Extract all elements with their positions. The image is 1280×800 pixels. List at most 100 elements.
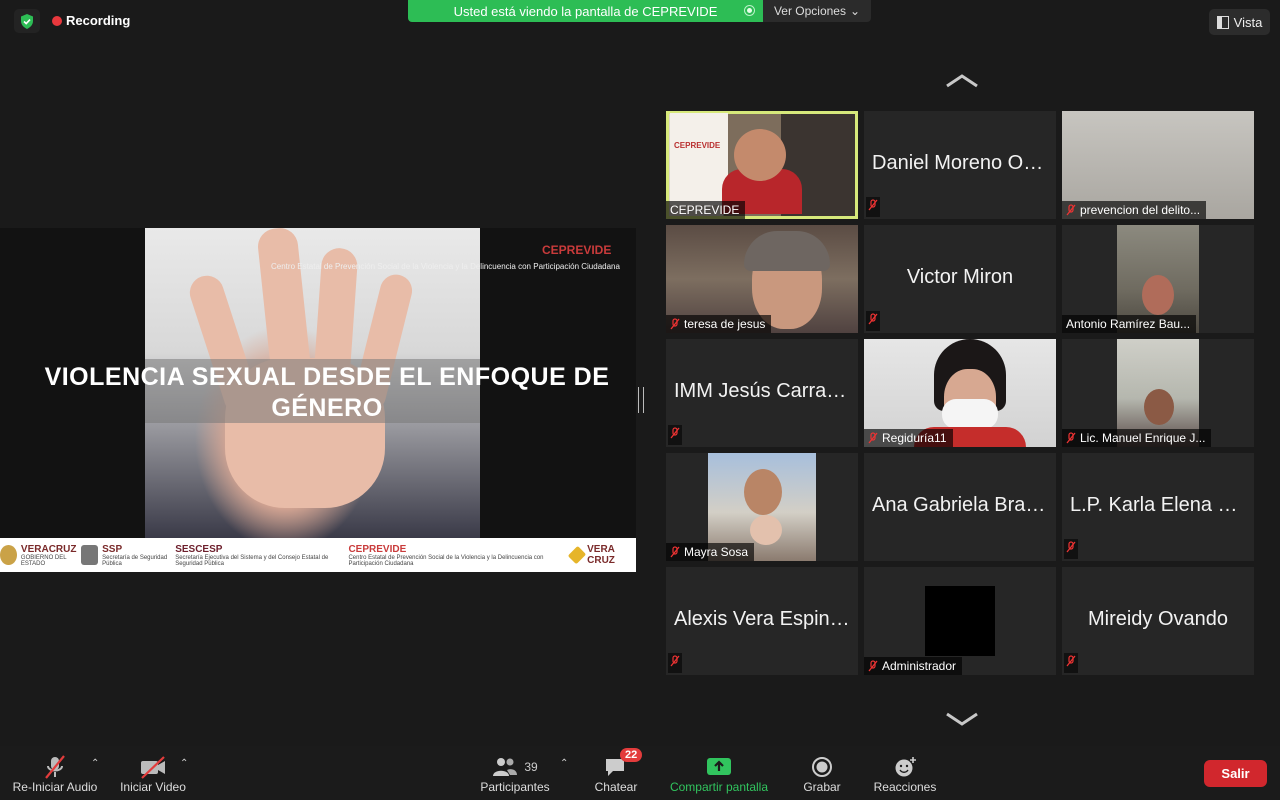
participant-tile[interactable]: IMM Jesús Carran... — [666, 339, 858, 447]
share-screen-label: Compartir pantalla — [669, 780, 769, 794]
participant-tile[interactable]: Victor Miron — [864, 225, 1056, 333]
poster: CEPREVIDE — [670, 113, 728, 205]
muted-mic-icon — [868, 660, 878, 672]
participant-name-label: CEPREVIDE — [666, 201, 746, 219]
slide-brand: CEPREVIDE — [542, 243, 612, 257]
logo-veracruz: VERACRUZ GOBIERNO DEL ESTADO — [0, 544, 81, 567]
layout-icon — [1216, 15, 1229, 29]
muted-mic-icon — [670, 546, 680, 558]
veracruz-seal-icon — [0, 545, 17, 565]
gallery-next-page-button[interactable] — [944, 710, 980, 728]
participant-tile[interactable]: Daniel Moreno Ort... — [864, 111, 1056, 219]
muted-mic-icon — [668, 425, 682, 445]
video-options-caret-icon[interactable]: ⌃ — [180, 758, 188, 769]
participant-tile[interactable]: Mireidy Ovando — [1062, 567, 1254, 675]
video-face — [744, 469, 782, 515]
logo-sescesp: SESCESP Secretaría Ejecutiva del Sistema … — [175, 543, 329, 567]
reactions-label: Reacciones — [873, 780, 937, 794]
ssp-seal-icon — [81, 545, 99, 565]
logo-ssp: SSP Secretaría de Seguridad Pública — [81, 544, 175, 567]
recording-indicator[interactable]: Recording — [52, 13, 130, 28]
muted-mic-icon — [866, 311, 880, 331]
participant-tile[interactable]: Alexis Vera Espino... — [666, 567, 858, 675]
split-view-resize-handle[interactable] — [638, 387, 644, 413]
video-mask — [942, 399, 998, 429]
participants-icon — [493, 758, 518, 776]
participant-tile[interactable]: Administrador — [864, 567, 1056, 675]
view-options-dropdown[interactable]: Ver Opciones ⌄ — [763, 0, 871, 22]
share-status-icon — [744, 5, 755, 16]
chevron-up-icon — [946, 74, 978, 88]
participants-options-caret-icon[interactable]: ⌃ — [560, 758, 568, 769]
recording-dot-icon — [52, 15, 62, 26]
participant-name: Victor Miron — [906, 266, 1014, 288]
video-face — [1142, 275, 1174, 315]
video-button[interactable]: Iniciar Video — [115, 746, 191, 800]
view-layout-button[interactable]: Vista — [1209, 9, 1270, 35]
muted-mic-icon — [668, 653, 682, 673]
participants-count: 39 — [524, 760, 538, 774]
slide-title: VIOLENCIA SEXUAL DESDE EL ENFOQUE DE GÉN… — [44, 363, 610, 422]
participant-name-label: Regiduría11 — [864, 429, 953, 447]
logo-vera-cruz: VERA CRUZ — [568, 544, 636, 566]
participant-tile[interactable]: Regiduría11 — [864, 339, 1056, 447]
muted-mic-icon — [670, 318, 680, 330]
participant-tile[interactable]: Antonio Ramírez Bau... — [1062, 225, 1254, 333]
participant-name-label: Lic. Manuel Enrique J... — [1062, 429, 1212, 447]
video-off-icon — [141, 756, 165, 779]
chat-unread-badge: 22 — [620, 748, 643, 762]
reactions-button[interactable]: Reacciones — [868, 746, 942, 800]
gallery-prev-page-button[interactable] — [944, 72, 980, 90]
security-shield-icon[interactable] — [14, 9, 40, 33]
participant-tile[interactable]: Lic. Manuel Enrique J... — [1062, 339, 1254, 447]
video-label: Iniciar Video — [120, 780, 186, 794]
participant-tile[interactable]: Mayra Sosa — [666, 453, 858, 561]
video-face — [734, 129, 786, 181]
muted-mic-icon — [866, 197, 880, 217]
participant-tile[interactable]: prevencion del delito... — [1062, 111, 1254, 219]
audio-button[interactable]: Re-Iniciar Audio — [10, 746, 100, 800]
record-button[interactable]: Grabar — [795, 746, 849, 800]
chevron-down-icon — [946, 712, 978, 726]
chevron-down-icon: ⌄ — [849, 4, 861, 18]
video-hair — [744, 231, 830, 271]
participant-name-label: prevencion del delito... — [1062, 201, 1207, 219]
participant-name-label: Mayra Sosa — [666, 543, 755, 561]
smile-plus-icon — [895, 757, 916, 777]
participants-label: Participantes — [480, 780, 550, 794]
muted-mic-icon — [868, 432, 878, 444]
participant-name: Daniel Moreno Ort... — [872, 152, 1053, 174]
muted-mic-icon — [1066, 204, 1076, 216]
muted-microphone-icon — [45, 755, 65, 779]
audio-options-caret-icon[interactable]: ⌃ — [91, 758, 99, 769]
video-feed — [925, 586, 995, 656]
record-icon — [812, 757, 832, 777]
participant-name: Alexis Vera Espino... — [674, 608, 858, 630]
participant-tile[interactable]: teresa de jesus — [666, 225, 858, 333]
leave-meeting-button[interactable]: Salir — [1204, 760, 1267, 787]
share-banner-text: Usted está viendo la pantalla de CEPREVI… — [453, 3, 718, 19]
participant-tile[interactable]: L.P. Karla Elena DIF — [1062, 453, 1254, 561]
chat-label: Chatear — [594, 780, 638, 794]
share-screen-icon — [707, 758, 731, 775]
slide-brand-subtitle: Centro Estatal de Prevención Social de l… — [271, 262, 620, 271]
meeting-toolbar: Re-Iniciar Audio ⌃ Iniciar Video ⌃ 39 Pa… — [0, 746, 1280, 800]
participant-name-label: teresa de jesus — [666, 315, 772, 333]
participant-name: IMM Jesús Carran... — [674, 380, 855, 402]
video-baby — [750, 515, 782, 545]
participant-tile[interactable]: Ana Gabriela Brav... — [864, 453, 1056, 561]
view-layout-label: Vista — [1233, 14, 1263, 30]
video-face — [1144, 389, 1174, 425]
participants-button[interactable]: 39 Participantes — [472, 746, 558, 800]
participant-name: L.P. Karla Elena DIF — [1070, 494, 1250, 516]
sponsor-logos: VERACRUZ GOBIERNO DEL ESTADO SSP Secretarí… — [0, 538, 636, 572]
view-options-label: Ver Opciones — [773, 4, 846, 18]
participant-name-label: Antonio Ramírez Bau... — [1062, 315, 1197, 333]
participant-tile[interactable]: CEPREVIDE CEPREVIDE — [666, 111, 858, 219]
share-screen-button[interactable]: Compartir pantalla — [660, 746, 778, 800]
audio-label: Re-Iniciar Audio — [12, 780, 98, 794]
logo-ceprevide: CEPREVIDE Centro Estatal de Prevención So… — [348, 543, 544, 567]
participant-name: Ana Gabriela Brav... — [872, 494, 1051, 516]
recording-label: Recording — [66, 13, 131, 28]
muted-mic-icon — [1064, 653, 1078, 673]
